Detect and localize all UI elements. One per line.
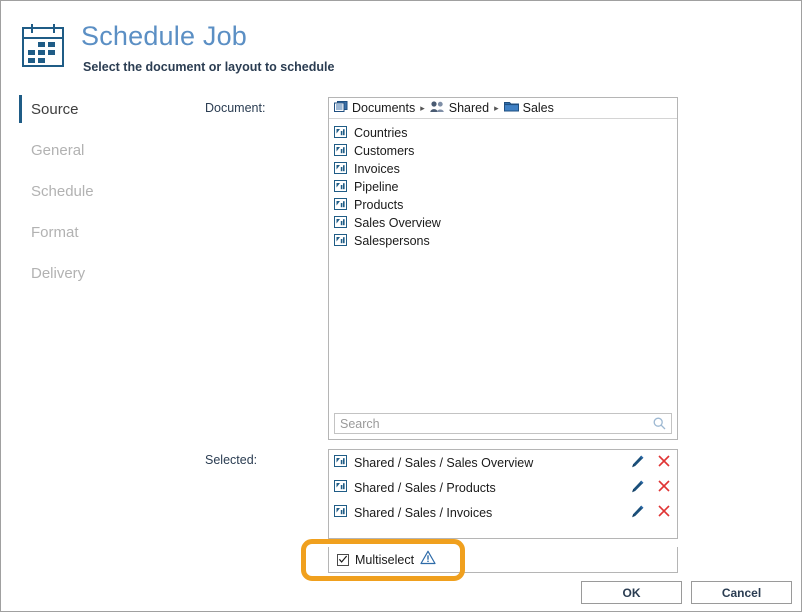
close-icon[interactable] <box>657 454 671 471</box>
multiselect-label: Multiselect <box>355 552 415 567</box>
selected-row[interactable]: Shared / Sales / Sales Overview <box>329 450 677 475</box>
selected-row-actions <box>630 500 671 525</box>
sidebar-item-delivery[interactable]: Delivery <box>19 253 189 294</box>
report-icon <box>334 480 347 495</box>
ok-button[interactable]: OK <box>581 581 682 604</box>
sidebar-item-label: General <box>31 142 85 159</box>
folder-icon <box>503 100 519 116</box>
warning-triangle-icon[interactable] <box>420 550 436 570</box>
cancel-button[interactable]: Cancel <box>691 581 792 604</box>
selected-row-label: Shared / Sales / Invoices <box>354 505 493 520</box>
close-icon[interactable] <box>657 479 671 496</box>
close-icon[interactable] <box>657 504 671 521</box>
sidebar-item-label: Schedule <box>31 183 94 200</box>
report-icon <box>334 505 347 520</box>
search-input[interactable] <box>335 415 653 432</box>
report-icon <box>334 179 347 195</box>
list-item[interactable]: Pipeline <box>329 178 677 196</box>
report-icon <box>334 215 347 231</box>
schedule-job-dialog: Schedule Job Select the document or layo… <box>0 0 802 612</box>
list-item-label: Customers <box>354 144 415 158</box>
breadcrumb: Documents ▸ Shared ▸ Sales <box>329 98 677 119</box>
list-item[interactable]: Salespersons <box>329 232 677 250</box>
document-browser-panel: Documents ▸ Shared ▸ Sales Countries Cus… <box>328 97 678 440</box>
dialog-header: Schedule Job Select the document or layo… <box>1 1 801 83</box>
sidebar-item-label: Source <box>31 101 79 118</box>
list-item-label: Salespersons <box>354 234 430 248</box>
list-item-label: Countries <box>354 126 408 140</box>
list-item[interactable]: Invoices <box>329 160 677 178</box>
selected-row[interactable]: Shared / Sales / Products <box>329 475 677 500</box>
selected-row-actions <box>630 475 671 500</box>
selected-list-panel: Shared / Sales / Sales Overview Shared /… <box>328 449 678 539</box>
documents-icon <box>334 100 348 116</box>
list-item-label: Products <box>354 198 404 212</box>
wizard-nav: Source General Schedule Format Delivery <box>19 89 189 294</box>
users-icon <box>430 100 445 116</box>
document-list: Countries Customers Invoices Pipeline Pr… <box>329 119 677 408</box>
report-icon <box>334 143 347 159</box>
list-item-label: Sales Overview <box>354 216 441 230</box>
list-item[interactable]: Sales Overview <box>329 214 677 232</box>
report-icon <box>334 233 347 249</box>
breadcrumb-label: Documents <box>352 101 416 115</box>
report-icon <box>334 125 347 141</box>
sidebar-item-source[interactable]: Source <box>19 89 189 130</box>
selected-row-actions <box>630 450 671 475</box>
sidebar-item-general[interactable]: General <box>19 130 189 171</box>
breadcrumb-item-documents[interactable]: Documents <box>334 100 415 116</box>
sidebar-item-format[interactable]: Format <box>19 212 189 253</box>
list-item-label: Pipeline <box>354 180 399 194</box>
list-item-label: Invoices <box>354 162 400 176</box>
pencil-icon[interactable] <box>630 454 645 472</box>
page-title: Schedule Job <box>81 21 248 51</box>
breadcrumb-separator: ▸ <box>420 102 425 113</box>
pencil-icon[interactable] <box>630 504 645 522</box>
list-item[interactable]: Customers <box>329 142 677 160</box>
search-box[interactable] <box>334 413 672 434</box>
multiselect-row: Multiselect <box>328 547 678 573</box>
report-icon <box>334 197 347 213</box>
breadcrumb-item-sales[interactable]: Sales <box>503 100 554 116</box>
page-subtitle: Select the document or layout to schedul… <box>83 60 335 74</box>
document-label: Document: <box>205 101 266 115</box>
calendar-icon <box>19 21 67 69</box>
sidebar-item-label: Delivery <box>31 265 86 282</box>
selected-row-label: Shared / Sales / Products <box>354 480 496 495</box>
report-icon <box>334 455 347 470</box>
selected-row[interactable]: Shared / Sales / Invoices <box>329 500 677 525</box>
selected-label: Selected: <box>205 453 258 467</box>
list-item[interactable]: Products <box>329 196 677 214</box>
multiselect-checkbox[interactable] <box>337 553 349 566</box>
sidebar-item-schedule[interactable]: Schedule <box>19 171 189 212</box>
breadcrumb-item-shared[interactable]: Shared <box>430 100 489 116</box>
sidebar-item-label: Format <box>31 224 79 241</box>
selected-row-label: Shared / Sales / Sales Overview <box>354 455 534 470</box>
list-item[interactable]: Countries <box>329 124 677 142</box>
search-icon[interactable] <box>653 417 666 430</box>
breadcrumb-label: Shared <box>448 101 490 115</box>
report-icon <box>334 161 347 177</box>
pencil-icon[interactable] <box>630 479 645 497</box>
breadcrumb-separator: ▸ <box>494 102 499 113</box>
breadcrumb-label: Sales <box>522 101 554 115</box>
